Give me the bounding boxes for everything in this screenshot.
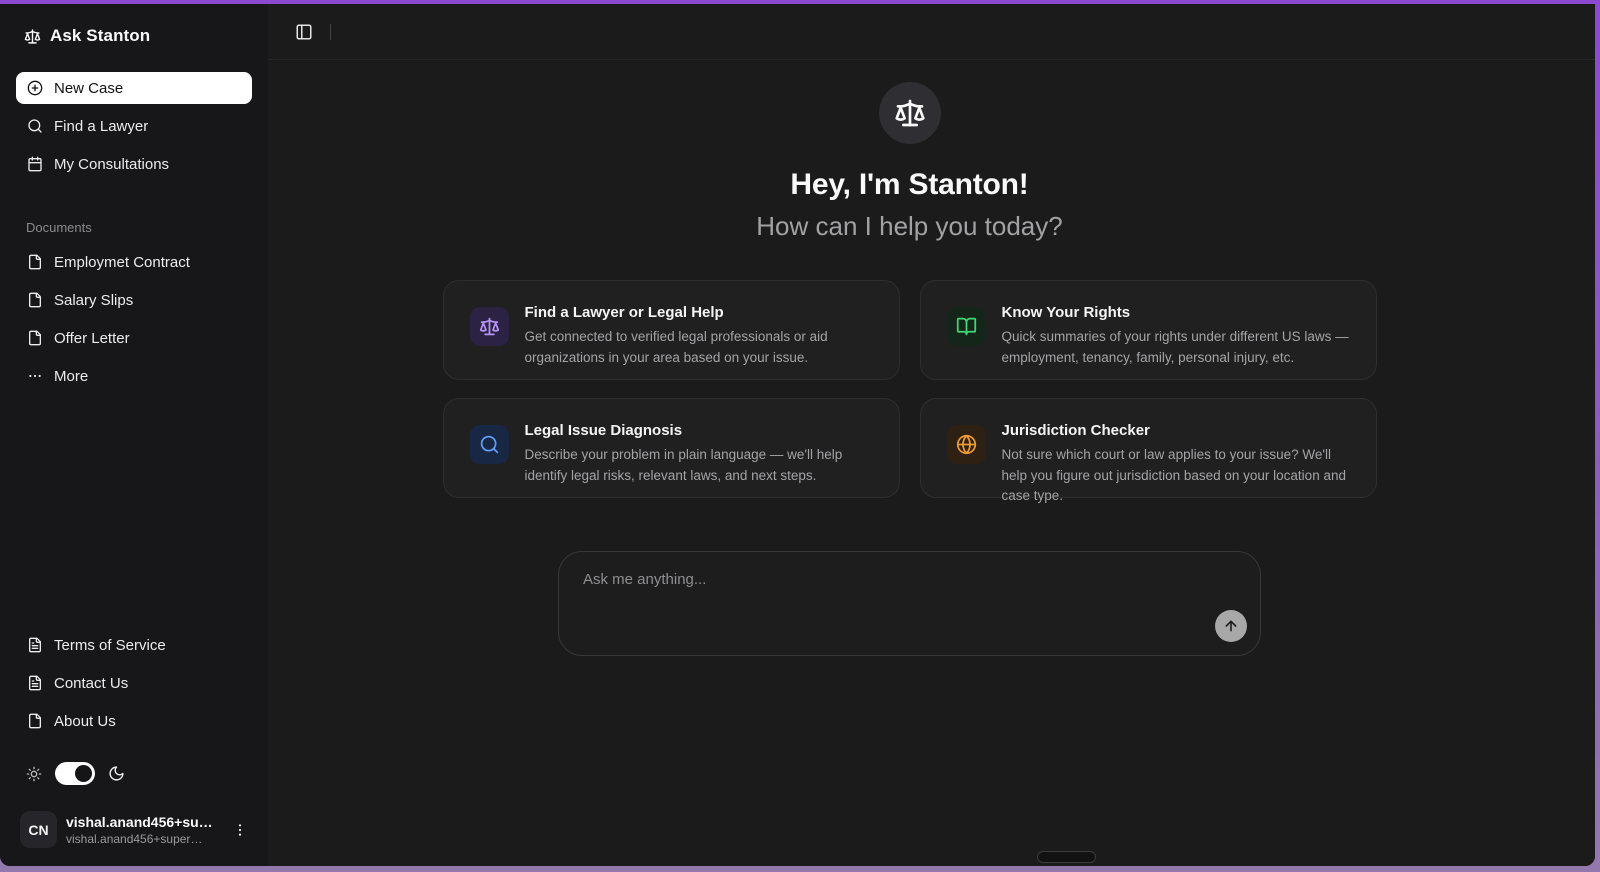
- stanton-logo-badge: [878, 82, 941, 144]
- card-description: Describe your problem in plain language …: [524, 447, 843, 483]
- document-label: Employmet Contract: [54, 253, 190, 271]
- card-title: Legal Issue Diagnosis: [524, 422, 683, 439]
- file-icon: [28, 254, 41, 270]
- greeting-title: Hey, I'm Stanton!: [790, 168, 1029, 201]
- card-jurisdiction-checker[interactable]: Jurisdiction Checker Not sure which cour…: [919, 398, 1377, 503]
- circle-plus-icon: [27, 80, 43, 96]
- card-title: Find a Lawyer or Legal Help: [524, 304, 724, 321]
- file-icon: [28, 330, 41, 346]
- card-description: Quick summaries of your rights under dif…: [1001, 329, 1349, 365]
- greeting-subtitle: How can I help you today?: [756, 211, 1063, 241]
- card-title: Know Your Rights: [1001, 304, 1131, 321]
- card-title: Jurisdiction Checker: [1001, 422, 1150, 439]
- calendar-icon: [28, 156, 42, 172]
- drag-handle[interactable]: [1037, 851, 1096, 863]
- file-text-icon: [28, 675, 41, 691]
- brand-title: Ask Stanton: [50, 26, 151, 45]
- sidebar-footer-links: Terms of Service Contact Us About Us: [16, 630, 252, 744]
- sidebar-toggle-button[interactable]: [288, 16, 320, 48]
- main-area: Hey, I'm Stanton! How can I help you tod…: [268, 4, 1595, 866]
- sidebar-item-my-consultations[interactable]: My Consultations: [16, 148, 252, 180]
- moon-icon: [109, 766, 124, 781]
- search-icon: [28, 119, 42, 133]
- card-know-your-rights[interactable]: Know Your Rights Quick summaries of your…: [919, 280, 1377, 380]
- file-icon: [28, 713, 41, 729]
- sidebar-item-label: Find a Lawyer: [54, 117, 149, 135]
- user-email: vishal.anand456+super…: [66, 831, 203, 846]
- footer-link-label: About Us: [54, 712, 116, 730]
- chat-composer: [558, 551, 1261, 656]
- card-body: Jurisdiction Checker Not sure which cour…: [1001, 422, 1352, 503]
- suggestion-cards: Find a Lawyer or Legal Help Get connecte…: [442, 280, 1377, 503]
- panel-left-icon: [296, 24, 312, 39]
- documents-section-heading: Documents: [26, 220, 92, 235]
- card-description: Not sure which court or law applies to y…: [1001, 447, 1346, 503]
- ellipsis-icon: [28, 374, 42, 378]
- topbar: [268, 4, 1595, 60]
- sidebar-item-label: My Consultations: [54, 155, 170, 173]
- document-label: Offer Letter: [54, 329, 130, 347]
- card-legal-issue-diagnosis[interactable]: Legal Issue Diagnosis Describe your prob…: [442, 398, 900, 498]
- search-icon: [469, 425, 509, 464]
- scale-icon: [469, 307, 509, 346]
- sidebar-item-employment-contract[interactable]: Employmet Contract: [16, 247, 252, 277]
- card-body: Legal Issue Diagnosis Describe your prob…: [525, 422, 875, 497]
- sidebar-item-label: New Case: [54, 79, 124, 97]
- card-body: Know Your Rights Quick summaries of your…: [1002, 304, 1352, 379]
- sidebar-item-more[interactable]: More: [16, 361, 252, 391]
- sidebar-item-offer-letter[interactable]: Offer Letter: [16, 323, 252, 353]
- more-label: More: [54, 367, 89, 385]
- app-window: Ask Stanton New Case Find a Lawyer My Co…: [0, 4, 1595, 866]
- avatar: CN: [20, 811, 57, 848]
- user-meta: vishal.anand456+su… vishal.anand456+supe…: [66, 814, 223, 846]
- globe-icon: [946, 425, 986, 464]
- document-label: Salary Slips: [54, 291, 134, 309]
- file-text-icon: [28, 637, 41, 653]
- user-account-row[interactable]: CN vishal.anand456+su… vishal.anand456+s…: [16, 807, 252, 852]
- brand: Ask Stanton: [16, 20, 252, 46]
- sidebar-item-salary-slips[interactable]: Salary Slips: [16, 285, 252, 315]
- sidebar-item-find-a-lawyer[interactable]: Find a Lawyer: [16, 110, 252, 142]
- sidebar: Ask Stanton New Case Find a Lawyer My Co…: [0, 4, 268, 866]
- scale-icon: [24, 28, 41, 44]
- footer-link-label: Contact Us: [54, 674, 129, 692]
- topbar-divider: [330, 23, 331, 40]
- sidebar-item-contact-us[interactable]: Contact Us: [16, 668, 252, 698]
- toggle-knob: [75, 765, 92, 782]
- file-icon: [28, 292, 41, 308]
- chat-input[interactable]: [559, 552, 1260, 655]
- sidebar-item-new-case[interactable]: New Case: [16, 72, 252, 104]
- send-button[interactable]: [1215, 610, 1247, 642]
- card-find-a-lawyer[interactable]: Find a Lawyer or Legal Help Get connecte…: [442, 280, 900, 380]
- arrow-up-icon: [1225, 620, 1237, 632]
- kebab-icon[interactable]: [232, 822, 248, 838]
- card-description: Get connected to verified legal professi…: [524, 329, 828, 365]
- scale-icon: [894, 99, 925, 127]
- user-name: vishal.anand456+su…: [66, 813, 213, 830]
- book-open-icon: [946, 307, 986, 346]
- sun-icon: [26, 766, 42, 781]
- theme-toggle[interactable]: [55, 762, 95, 785]
- footer-link-label: Terms of Service: [54, 636, 166, 654]
- content: Hey, I'm Stanton! How can I help you tod…: [442, 60, 1377, 656]
- card-body: Find a Lawyer or Legal Help Get connecte…: [525, 304, 875, 379]
- sidebar-item-about-us[interactable]: About Us: [16, 706, 252, 736]
- sidebar-item-terms-of-service[interactable]: Terms of Service: [16, 630, 252, 660]
- theme-toggle-row: [16, 762, 252, 785]
